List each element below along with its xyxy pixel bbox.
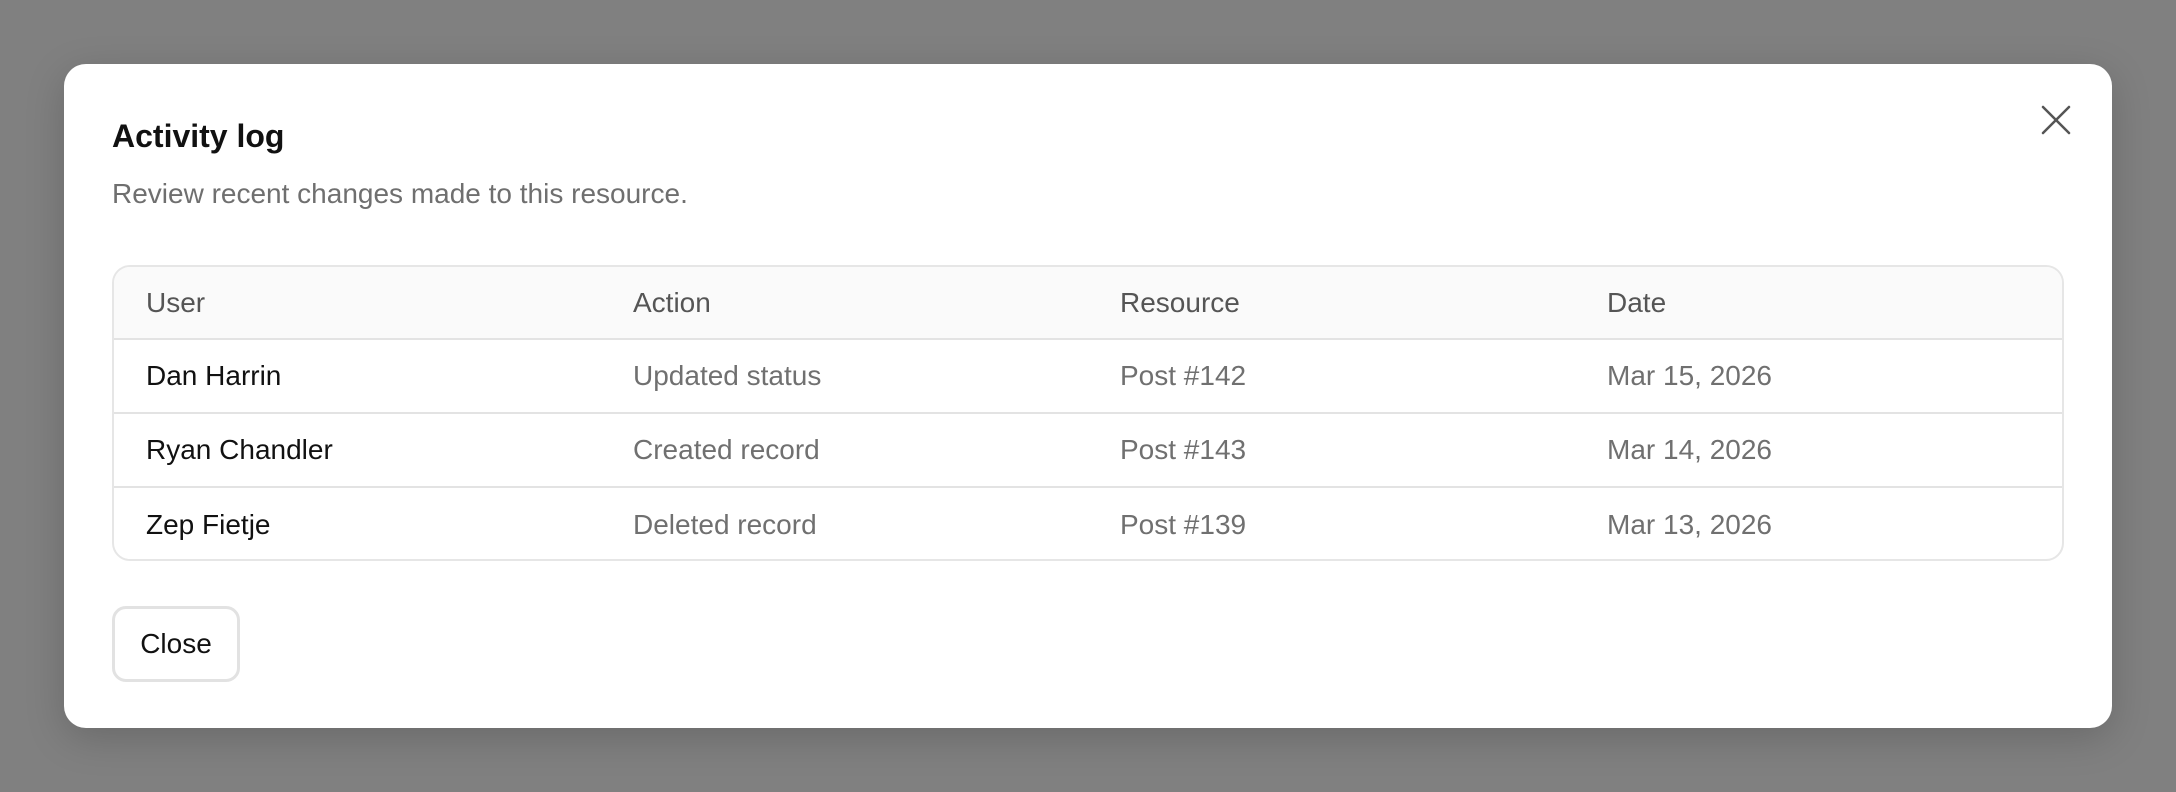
modal-title: Activity log (112, 118, 285, 154)
column-header-action: Action (633, 286, 711, 318)
table-row: Zep Fietje Deleted record Post #139 Mar … (114, 487, 2062, 559)
close-icon-graphic (2041, 105, 2071, 135)
cell-action: Created record (633, 434, 820, 465)
column-header-date: Date (1607, 286, 1667, 318)
table-row: Ryan Chandler Created record Post #143 M… (114, 413, 2062, 487)
modal-subtitle: Review recent changes made to this resou… (112, 178, 688, 209)
cell-action: Updated status (633, 360, 822, 391)
cell-resource: Post #142 (1120, 360, 1247, 391)
cell-date: Mar 14, 2026 (1607, 434, 1772, 465)
cell-resource: Post #139 (1120, 508, 1247, 540)
cell-user: Dan Harrin (146, 360, 282, 391)
close-button[interactable]: Close (112, 606, 240, 682)
cell-date: Mar 15, 2026 (1607, 360, 1772, 391)
table-row: Dan Harrin Updated status Post #142 Mar … (114, 339, 2062, 413)
cell-resource: Post #143 (1120, 434, 1247, 465)
column-header-user: User (146, 286, 206, 318)
cell-date: Mar 13, 2026 (1607, 508, 1772, 540)
column-header-resource: Resource (1120, 286, 1240, 318)
cell-user: Zep Fietje (146, 508, 271, 540)
cell-user: Ryan Chandler (146, 434, 333, 465)
table-header-row: User Action Resource Date (114, 267, 2062, 339)
close-icon[interactable] (2040, 104, 2072, 136)
activity-table: User Action Resource Date Dan Harrin Upd… (112, 265, 2064, 561)
cell-action: Deleted record (633, 508, 817, 540)
activity-log-modal: Activity log Review recent changes made … (64, 64, 2112, 728)
